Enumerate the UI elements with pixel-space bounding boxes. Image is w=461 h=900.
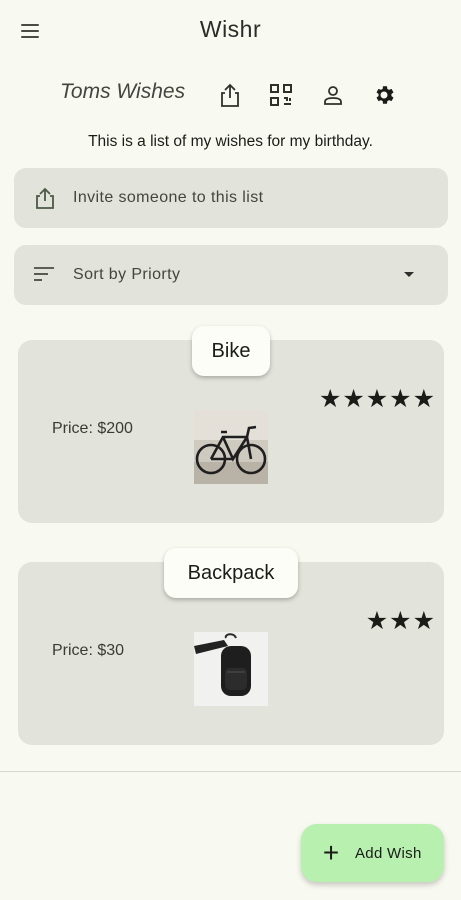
- list-description: This is a list of my wishes for my birth…: [88, 133, 373, 150]
- dropdown-arrow-icon: [404, 272, 414, 277]
- priority-stars: ★★★★★: [318, 385, 436, 413]
- qr-code-icon: [270, 84, 292, 106]
- sort-icon: [34, 267, 54, 281]
- app-title: Wishr: [199, 16, 262, 42]
- share-icon: [36, 187, 54, 209]
- share-list-button[interactable]: [215, 80, 245, 110]
- account-button[interactable]: [318, 80, 348, 110]
- wish-name-chip: Backpack: [164, 548, 298, 598]
- wish-card[interactable]: Backpack ★★★ Price: $30: [18, 548, 444, 745]
- sort-dropdown[interactable]: Sort by Priorty: [14, 245, 448, 305]
- sort-label: Sort by Priorty: [73, 266, 181, 283]
- wish-price: Price: $200: [52, 420, 133, 437]
- qr-code-button[interactable]: [266, 80, 296, 110]
- priority-stars: ★★★: [365, 607, 436, 635]
- bike-image: [194, 410, 268, 484]
- settings-button[interactable]: [369, 80, 399, 110]
- add-wish-button[interactable]: + Add Wish: [301, 824, 444, 882]
- invite-label: Invite someone to this list: [73, 189, 264, 206]
- wish-name-chip: Bike: [192, 326, 270, 376]
- person-icon: [324, 86, 342, 105]
- settings-icon: [376, 86, 394, 104]
- invite-button[interactable]: Invite someone to this list: [14, 168, 448, 228]
- backpack-image: [194, 632, 268, 706]
- wish-price: Price: $30: [52, 642, 125, 659]
- list-title: Toms Wishes: [60, 80, 186, 103]
- wish-card[interactable]: Bike ★★★★★ Price: $200: [18, 326, 444, 523]
- plus-icon: +: [322, 837, 340, 868]
- share-icon: [221, 83, 239, 107]
- add-wish-label: Add Wish: [355, 844, 422, 862]
- divider: [0, 771, 461, 772]
